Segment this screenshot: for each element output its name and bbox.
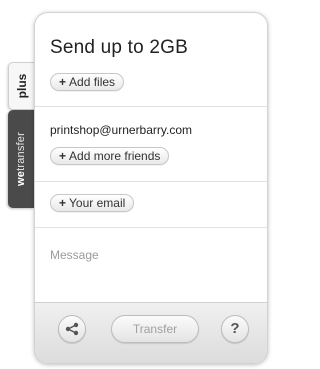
help-icon: ?	[230, 320, 240, 337]
plus-icon: +	[59, 149, 67, 163]
divider	[35, 106, 267, 107]
transfer-panel: Send up to 2GB + Add files printshop@urne…	[34, 12, 268, 364]
your-email-button[interactable]: + Your email	[50, 194, 135, 212]
panel-title: Send up to 2GB	[50, 37, 189, 58]
help-button[interactable]: ?	[221, 315, 249, 343]
recipient-email: printshop@urnerbarry.com	[50, 123, 193, 137]
plus-icon: +	[59, 196, 67, 210]
your-email-label: Your email	[69, 196, 126, 210]
add-more-friends-button[interactable]: + Add more friends	[50, 147, 170, 165]
message-field[interactable]: Message	[50, 248, 99, 262]
plus-icon: +	[59, 75, 67, 89]
tab-wetransfer[interactable]: wetransfer	[8, 110, 34, 208]
panel-footer: Transfer ?	[35, 302, 267, 363]
tab-plus-label: plus	[15, 73, 29, 99]
share-button[interactable]	[58, 315, 86, 343]
tab-wetransfer-label: wetransfer	[15, 132, 27, 186]
tab-plus[interactable]: plus	[8, 62, 35, 110]
add-files-label: Add files	[69, 75, 116, 89]
divider	[35, 227, 267, 228]
add-files-button[interactable]: + Add files	[50, 73, 125, 91]
wetransfer-widget: plus wetransfer Send up to 2GB + Add file…	[0, 0, 280, 369]
divider	[35, 181, 267, 182]
share-icon	[65, 322, 79, 336]
transfer-button[interactable]: Transfer	[111, 315, 199, 343]
add-more-friends-label: Add more friends	[69, 149, 161, 163]
